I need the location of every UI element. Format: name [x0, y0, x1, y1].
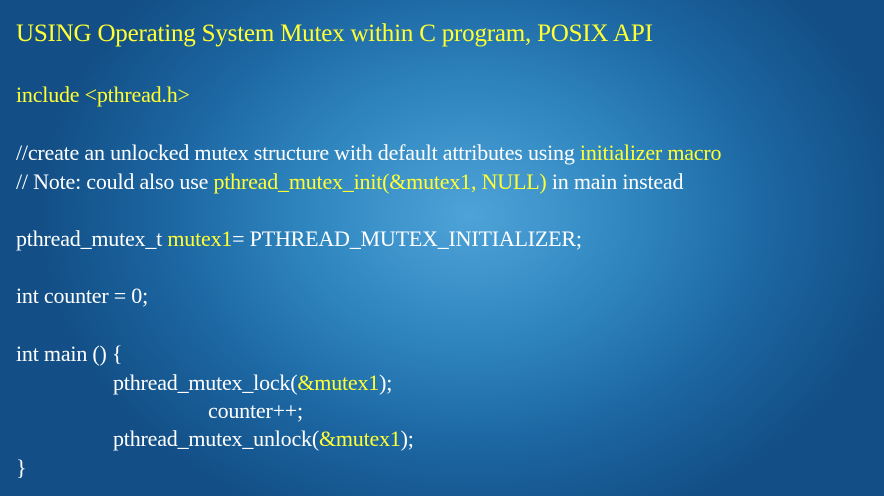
- comment-line-2: // Note: could also use pthread_mutex_in…: [16, 169, 683, 195]
- unlock-arg: &mutex1: [318, 426, 401, 451]
- decl-type: pthread_mutex_t: [16, 226, 168, 251]
- lock-close: );: [379, 370, 393, 395]
- main-open: int main () {: [16, 341, 123, 366]
- decl-name: mutex1: [167, 226, 233, 251]
- include-line: include <pthread.h>: [16, 82, 190, 107]
- counter-increment: counter++;: [208, 398, 303, 423]
- comment-2-suffix: in main instead: [546, 169, 684, 194]
- counter-declaration: int counter = 0;: [16, 283, 149, 308]
- lock-func: pthread_mutex_lock(: [113, 370, 298, 395]
- slide-title: USING Operating System Mutex within C pr…: [16, 20, 653, 47]
- comment-1-highlight: initializer macro: [579, 140, 722, 165]
- unlock-call: pthread_mutex_unlock(&mutex1);: [113, 426, 414, 452]
- main-close: }: [16, 455, 27, 480]
- slide: USING Operating System Mutex within C pr…: [0, 0, 884, 496]
- mutex-declaration: pthread_mutex_t mutex1= PTHREAD_MUTEX_IN…: [16, 226, 582, 252]
- lock-arg: &mutex1: [297, 370, 380, 395]
- comment-line-1: //create an unlocked mutex structure wit…: [16, 140, 721, 166]
- comment-2-text: // Note: could also use: [16, 169, 214, 194]
- lock-call: pthread_mutex_lock(&mutex1);: [113, 370, 392, 396]
- unlock-func: pthread_mutex_unlock(: [113, 426, 319, 451]
- unlock-close: );: [400, 426, 414, 451]
- comment-2-highlight: pthread_mutex_init(&mutex1, NULL): [213, 169, 547, 194]
- decl-rest: = PTHREAD_MUTEX_INITIALIZER;: [232, 226, 582, 251]
- comment-1-text: //create an unlocked mutex structure wit…: [16, 140, 580, 165]
